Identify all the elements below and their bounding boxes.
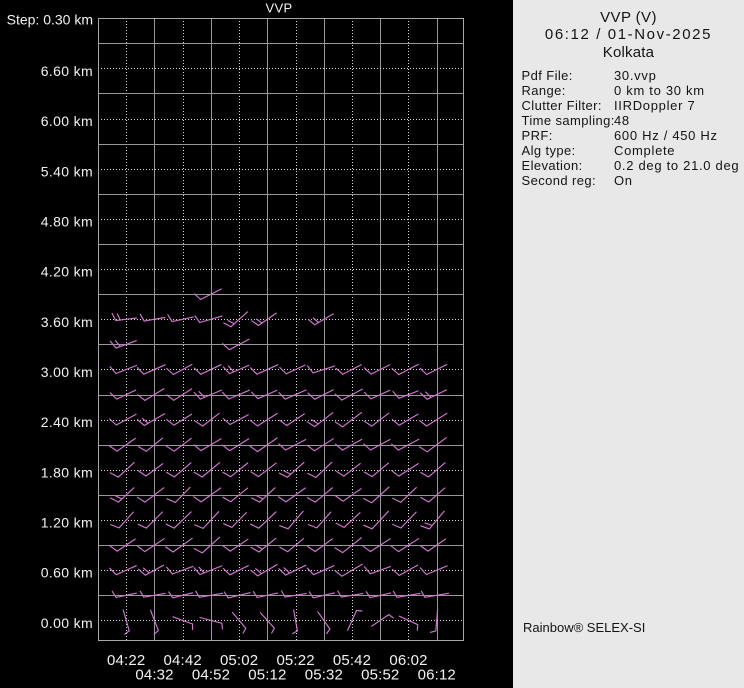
svg-text:06:12: 06:12 [418, 666, 456, 683]
svg-text:05:52: 05:52 [361, 666, 399, 683]
svg-text:4.20 km: 4.20 km [41, 264, 93, 280]
svg-text:04:52: 04:52 [192, 666, 230, 683]
svg-text:3.00 km: 3.00 km [41, 364, 93, 380]
svg-text:2.40 km: 2.40 km [41, 414, 93, 430]
svg-text:0.00 km: 0.00 km [41, 615, 93, 631]
svg-text:Step: 0.30 km: Step: 0.30 km [7, 12, 93, 28]
svg-text:05:12: 05:12 [248, 666, 286, 683]
svg-text:05:32: 05:32 [305, 666, 343, 683]
svg-text:04:32: 04:32 [135, 666, 173, 683]
svg-text:6.00 km: 6.00 km [41, 113, 93, 129]
svg-text:5.40 km: 5.40 km [41, 163, 93, 179]
svg-text:6.60 km: 6.60 km [41, 63, 93, 79]
svg-text:0.60 km: 0.60 km [41, 565, 93, 581]
svg-text:VVP: VVP [265, 1, 292, 16]
svg-text:1.80 km: 1.80 km [41, 464, 93, 480]
svg-text:1.20 km: 1.20 km [41, 515, 93, 531]
svg-text:4.80 km: 4.80 km [41, 213, 93, 229]
svg-text:3.60 km: 3.60 km [41, 314, 93, 330]
